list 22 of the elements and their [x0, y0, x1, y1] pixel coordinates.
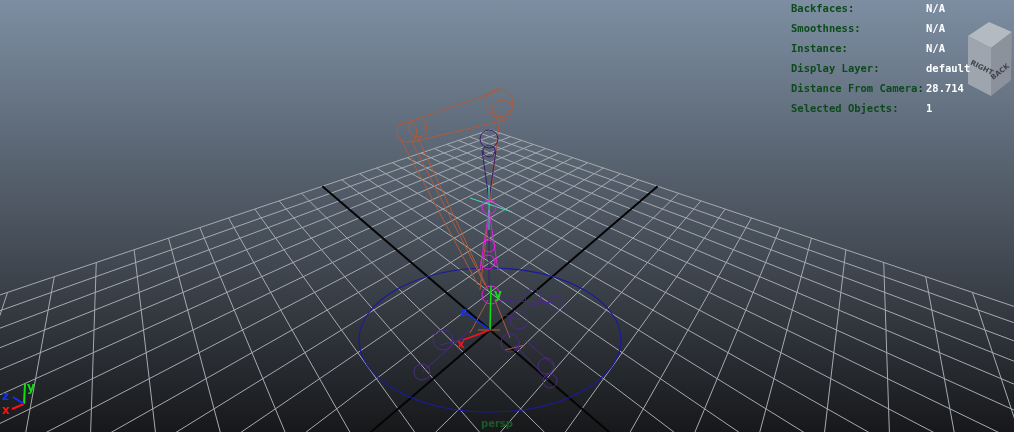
- hud-label: Smoothness:: [791, 21, 862, 35]
- hud-value: N/A: [926, 41, 946, 55]
- view-cube-drawing[interactable]: [968, 22, 1012, 96]
- axis-label: z: [2, 389, 9, 403]
- character-rig-drawing[interactable]: [396, 88, 563, 389]
- hud-value: N/A: [926, 1, 946, 15]
- axis-label: x: [2, 403, 10, 417]
- axis-label: x: [457, 337, 465, 351]
- hud-value: N/A: [926, 21, 946, 35]
- hud-label: Distance From Camera:: [791, 81, 925, 95]
- hud-value: 1: [926, 101, 934, 115]
- move-manipulator-drawing[interactable]: [462, 285, 492, 341]
- axis-indicator-drawing: [11, 383, 26, 410]
- hud-label: Selected Objects:: [791, 101, 900, 115]
- ground-circle[interactable]: [358, 267, 622, 413]
- hud-label: Backfaces:: [791, 1, 856, 15]
- hud-label: Display Layer:: [791, 61, 881, 75]
- axis-label: z: [460, 305, 467, 319]
- hud-label: Instance:: [791, 41, 849, 55]
- axis-label: y: [27, 380, 35, 394]
- hud-value: 28.714: [926, 81, 965, 95]
- hud-value: default: [926, 61, 971, 75]
